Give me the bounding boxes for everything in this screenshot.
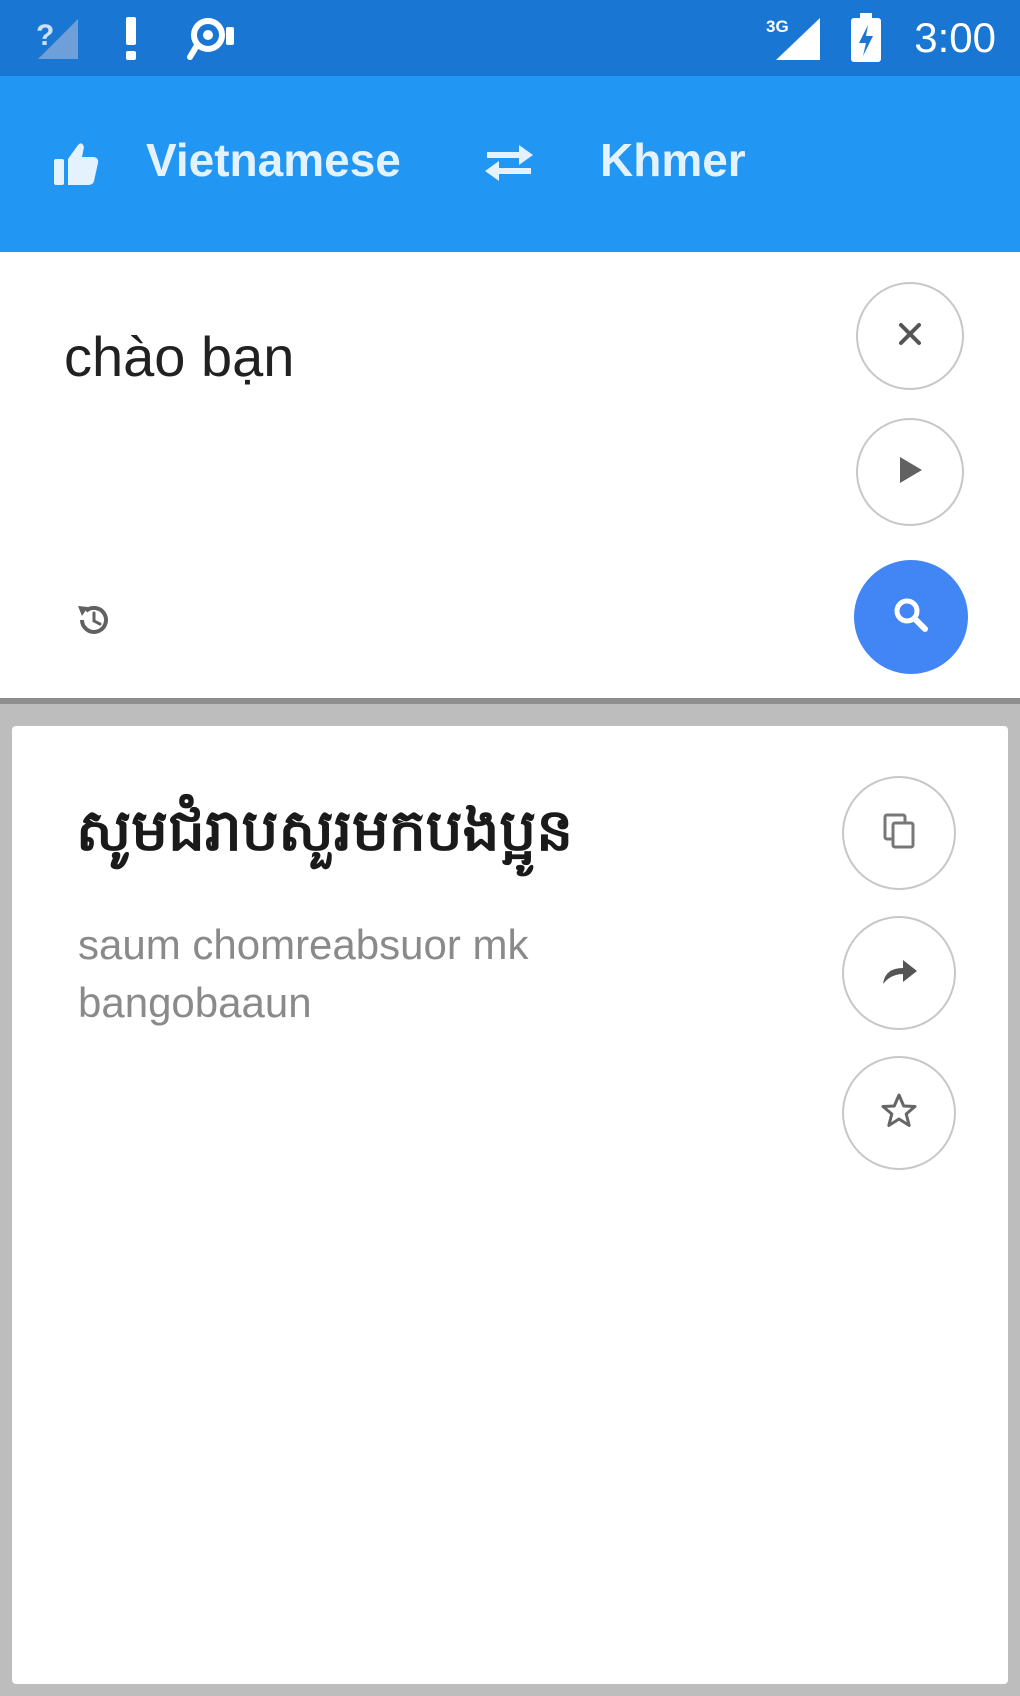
clear-icon: [897, 321, 923, 352]
star-icon: [879, 1091, 919, 1136]
share-icon: [879, 954, 919, 993]
favorite-button[interactable]: [842, 1056, 956, 1170]
location-icon: [182, 14, 238, 62]
clock-time: 3:00: [914, 14, 996, 61]
play-icon: [896, 455, 924, 490]
source-language-selector[interactable]: Vietnamese: [146, 76, 401, 252]
alert-icon: [118, 14, 144, 62]
search-button[interactable]: [854, 560, 968, 674]
swap-icon[interactable]: [482, 140, 536, 186]
app-bar: Vietnamese Khmer: [0, 76, 1020, 252]
svg-text:?: ?: [36, 19, 54, 52]
translation-text: សូមជំរាបសួរមកបងប្អូន: [76, 796, 574, 864]
search-icon: [891, 595, 931, 640]
battery-charging-icon: [848, 13, 884, 62]
romanization-text: saum chomreabsuor mk bangobaaun: [78, 921, 529, 1026]
thumbs-up-icon[interactable]: [50, 138, 102, 190]
signal-question-icon: ?: [32, 14, 82, 62]
play-button[interactable]: [856, 418, 964, 526]
target-language-selector[interactable]: Khmer: [600, 76, 746, 252]
input-panel: chào bạn: [0, 252, 1020, 698]
status-bar: ? 3G 3:00: [0, 0, 1020, 76]
cell-3g-signal-icon: 3G: [766, 14, 826, 62]
clear-button[interactable]: [856, 282, 964, 390]
copy-icon: [879, 811, 919, 856]
source-text-input[interactable]: chào bạn: [64, 324, 294, 389]
result-card: សូមជំរាបសួរមកបងប្អូន saum chomreabsuor m…: [12, 726, 1008, 1684]
history-icon[interactable]: [70, 596, 118, 644]
svg-text:3G: 3G: [766, 17, 789, 36]
share-button[interactable]: [842, 916, 956, 1030]
copy-button[interactable]: [842, 776, 956, 890]
panel-divider: [0, 698, 1020, 704]
